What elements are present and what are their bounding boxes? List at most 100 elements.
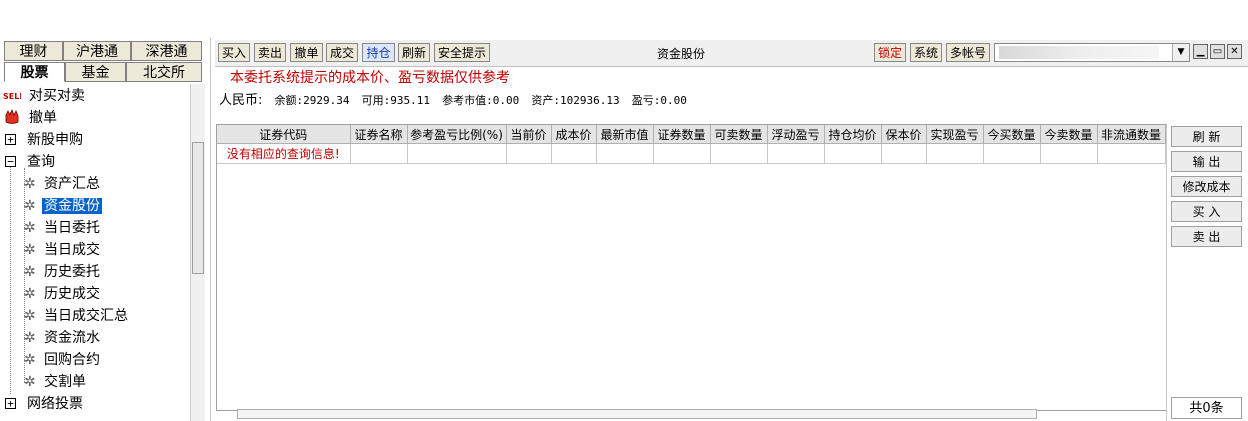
tree-item-query-1[interactable]: ✲ 资金股份: [24, 196, 102, 216]
gear-icon: ✲: [24, 286, 36, 302]
column-header[interactable]: 持仓均价: [824, 125, 882, 144]
currency-label: 人民币:: [219, 93, 263, 108]
tree-label: 当日成交: [44, 242, 100, 258]
restore-icon[interactable]: ▭: [1210, 44, 1225, 59]
chevron-down-icon[interactable]: ▼: [1172, 44, 1189, 61]
tree-item-query-9[interactable]: ✲ 交割单: [24, 372, 88, 392]
tree-label: 回购合约: [44, 352, 100, 368]
expand-plus-icon[interactable]: +: [5, 398, 16, 409]
buy-button[interactable]: 买入: [218, 43, 250, 62]
function-tree: SELL 对买对卖 撤单 + 新股申购 − 查询 ✲ 资产汇总 ✲ 资金股份 ✲ 当日…: [0, 84, 188, 421]
tree-scrollbar[interactable]: [190, 84, 205, 421]
tree-item-query-6[interactable]: ✲ 当日成交汇总: [24, 306, 130, 326]
column-header[interactable]: 证券名称: [350, 125, 408, 144]
tree-item-query-4[interactable]: ✲ 历史委托: [24, 262, 102, 282]
column-header[interactable]: 可卖数量: [710, 125, 768, 144]
profit-value: 盈亏:0.00: [631, 94, 687, 107]
toolbar: 买入 卖出 撤单 成交 持仓 刷新 安全提示 资金股份 锁定 系统 多帐号 ▼ …: [215, 40, 1248, 67]
expand-plus-icon[interactable]: +: [5, 134, 16, 145]
column-header[interactable]: 最新市值: [596, 125, 654, 144]
tab-bse[interactable]: 北交所: [126, 62, 202, 82]
tree-label: 当日成交汇总: [44, 308, 128, 324]
minimize-icon[interactable]: ▁: [1193, 44, 1208, 59]
assets-value: 资产:102936.13: [531, 94, 620, 107]
tree-label: 资金股份: [42, 198, 102, 214]
tree-item-buy-sell[interactable]: SELL 对买对卖: [3, 86, 87, 106]
gear-icon: ✲: [24, 330, 36, 346]
buy-side-button[interactable]: 买 入: [1171, 201, 1242, 222]
sell-side-button[interactable]: 卖 出: [1171, 226, 1242, 247]
cancel-order-button[interactable]: 撤单: [290, 43, 323, 62]
tab-shengangtong[interactable]: 深港通: [131, 41, 202, 61]
tree-label: 对买对卖: [29, 88, 85, 104]
left-nav-panel: 理财 沪港通 深港通 股票 基金 北交所 SELL 对买对卖 撤单: [0, 38, 211, 421]
tree-label: 资产汇总: [44, 176, 100, 192]
tab-funds[interactable]: 基金: [65, 62, 126, 82]
refresh-side-button[interactable]: 刷 新: [1171, 126, 1242, 147]
notice-text: 本委托系统提示的成本价、盈亏数据仅供参考: [230, 70, 510, 86]
gear-icon: ✲: [24, 264, 36, 280]
tab-hugangtong[interactable]: 沪港通: [63, 41, 131, 61]
multi-account-button[interactable]: 多帐号: [946, 43, 990, 62]
account-select[interactable]: ▼: [994, 43, 1190, 62]
tree-label: 资金流水: [44, 330, 100, 346]
tree-item-query-5[interactable]: ✲ 历史成交: [24, 284, 102, 304]
tree-label: 查询: [27, 154, 55, 170]
collapse-minus-icon[interactable]: −: [5, 156, 16, 167]
tree-item-query-2[interactable]: ✲ 当日委托: [24, 218, 102, 238]
gear-icon: ✲: [24, 374, 36, 390]
column-header[interactable]: 非流通数量: [1097, 125, 1166, 144]
tree-item-query-3[interactable]: ✲ 当日成交: [24, 240, 102, 260]
system-button[interactable]: 系统: [910, 43, 942, 62]
tree-label: 撤单: [29, 110, 57, 126]
gear-icon: ✲: [24, 198, 36, 214]
tab-stocks[interactable]: 股票: [4, 62, 65, 82]
column-header[interactable]: 浮动盈亏: [767, 125, 825, 144]
tree-item-vote[interactable]: + 网络投票: [3, 394, 85, 414]
column-header[interactable]: 证券代码: [217, 125, 351, 144]
sell-button[interactable]: 卖出: [254, 43, 286, 62]
tree-label: 历史委托: [44, 264, 100, 280]
export-button[interactable]: 输 出: [1171, 151, 1242, 172]
gear-icon: ✲: [24, 352, 36, 368]
tree-item-query-8[interactable]: ✲ 回购合约: [24, 350, 102, 370]
tree-item-query-7[interactable]: ✲ 资金流水: [24, 328, 102, 348]
tree-label: 网络投票: [27, 396, 83, 412]
close-icon[interactable]: ✕: [1227, 44, 1242, 59]
tree-item-ipo[interactable]: + 新股申购: [3, 130, 85, 150]
column-header[interactable]: 当前价: [506, 125, 552, 144]
gear-icon: ✲: [24, 308, 36, 324]
column-header[interactable]: 今买数量: [983, 125, 1041, 144]
scrollbar-thumb[interactable]: [192, 142, 204, 274]
column-header[interactable]: 今卖数量: [1040, 125, 1098, 144]
deals-button[interactable]: 成交: [326, 43, 358, 62]
tree-item-query[interactable]: − 查询: [3, 152, 57, 172]
stop-hand-icon: [5, 108, 19, 124]
empty-message: 没有相应的查询信息!: [217, 143, 351, 164]
positions-table[interactable]: 证券代码 证券名称 参考盈亏比例(%) 当前价 成本价 最新市值 证券数量 可卖…: [216, 124, 1167, 411]
column-header[interactable]: 实现盈亏: [926, 125, 984, 144]
tree-item-cancel[interactable]: 撤单: [3, 108, 59, 128]
gear-icon: ✲: [24, 220, 36, 236]
gear-icon: ✲: [24, 242, 36, 258]
column-header[interactable]: 证券数量: [653, 125, 711, 144]
account-summary: 人民币: 余额:2929.34 可用:935.11 参考市值:0.00 资产:1…: [219, 89, 687, 108]
refresh-button[interactable]: 刷新: [398, 43, 430, 62]
window-title: 资金股份: [657, 47, 706, 61]
positions-button[interactable]: 持仓: [362, 43, 395, 62]
lock-button[interactable]: 锁定: [874, 43, 906, 62]
security-tips-button[interactable]: 安全提示: [434, 43, 490, 62]
tab-licai[interactable]: 理财: [4, 41, 63, 61]
tree-label: 交割单: [44, 374, 86, 390]
table-header-row: 证券代码 证券名称 参考盈亏比例(%) 当前价 成本价 最新市值 证券数量 可卖…: [217, 125, 1166, 144]
tree-item-query-0[interactable]: ✲ 资产汇总: [24, 174, 102, 194]
table-row[interactable]: 没有相应的查询信息!: [217, 143, 1166, 164]
column-header[interactable]: 保本价: [881, 125, 927, 144]
sell-icon: SELL: [3, 89, 24, 101]
record-count: 共0条: [1171, 397, 1242, 419]
gear-icon: ✲: [24, 176, 36, 192]
column-header[interactable]: 参考盈亏比例(%): [407, 125, 507, 144]
horizontal-scrollbar[interactable]: [237, 409, 1037, 419]
edit-cost-button[interactable]: 修改成本: [1171, 176, 1242, 197]
column-header[interactable]: 成本价: [551, 125, 597, 144]
